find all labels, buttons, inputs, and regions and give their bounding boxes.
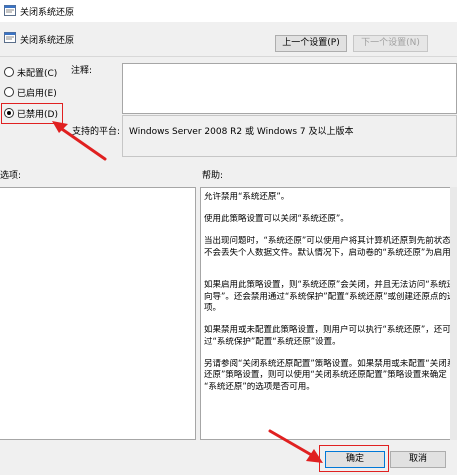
help-line: [204, 348, 457, 359]
help-line: 另请参阅“关闭系统还原配置”策略设置。如果禁用或未配置“关闭系统: [204, 358, 457, 369]
help-line: 向导”。还会禁用通过“系统保护”配置“系统还原”或创建还原点的选: [204, 291, 456, 302]
options-panel: [0, 187, 196, 440]
next-setting-button[interactable]: 下一个设置(N): [353, 35, 428, 52]
policy-icon: [4, 5, 16, 16]
options-section-label: 选项:: [0, 171, 22, 181]
radio-circle[interactable]: [4, 67, 14, 77]
help-line: 不会丢失个人数据文件。默认情况下，启动卷的“系统还原”为启用状态。: [204, 247, 457, 258]
help-line: 如果禁用或未配置此策略设置，则用户可以执行“系统还原”，还可以通: [204, 325, 457, 335]
policy-title: 关闭系统还原: [20, 36, 75, 46]
help-line: 当出现问题时，“系统还原”可以使用户将其计算机还原到先前状态，: [204, 236, 457, 246]
annotation-arrow: [52, 121, 107, 161]
help-line: 还原”策略设置，则可以使用“关闭系统还原配置”策略设置来确定: [204, 370, 447, 380]
help-scrollbar[interactable]: [450, 187, 457, 440]
help-line: [204, 226, 457, 237]
title-bar: 关闭系统还原: [0, 0, 457, 22]
policy-icon: [4, 32, 16, 43]
help-line: [204, 204, 457, 215]
comment-label: 注释:: [71, 66, 93, 76]
help-line: 允许禁用“系统还原”。: [204, 192, 290, 202]
help-text: 允许禁用“系统还原”。使用此策略设置可以关闭“系统还原”。当出现问题时，“系统还…: [204, 192, 457, 393]
help-line: “系统还原”的选项是否可用。: [204, 381, 315, 392]
highlight-box-ok: [319, 445, 389, 472]
help-section-label: 帮助:: [202, 171, 224, 181]
previous-setting-button[interactable]: 上一个设置(P): [275, 35, 347, 52]
radio-enabled[interactable]: 已启用(E): [4, 85, 57, 99]
annotation-arrow: [268, 429, 323, 463]
radio-not-configured[interactable]: 未配置(C): [4, 65, 57, 79]
help-line: 如果启用此策略设置，则“系统还原”会关闭，并且无法访问“系统还原: [204, 280, 457, 290]
divider: [0, 56, 457, 57]
help-line: 项。: [204, 303, 222, 313]
window-title: 关闭系统还原: [20, 8, 75, 18]
cancel-button[interactable]: 取消: [390, 451, 446, 468]
help-line: 过“系统保护”配置“系统还原”设置。: [204, 336, 341, 347]
help-line: [204, 259, 457, 270]
help-line: [204, 315, 457, 326]
comment-textarea[interactable]: [122, 63, 457, 114]
help-line: [204, 270, 457, 281]
platform-value: Windows Server 2008 R2 或 Windows 7 及以上版本: [129, 127, 354, 137]
help-line: 使用此策略设置可以关闭“系统还原”。: [204, 214, 349, 224]
radio-circle[interactable]: [4, 87, 14, 97]
